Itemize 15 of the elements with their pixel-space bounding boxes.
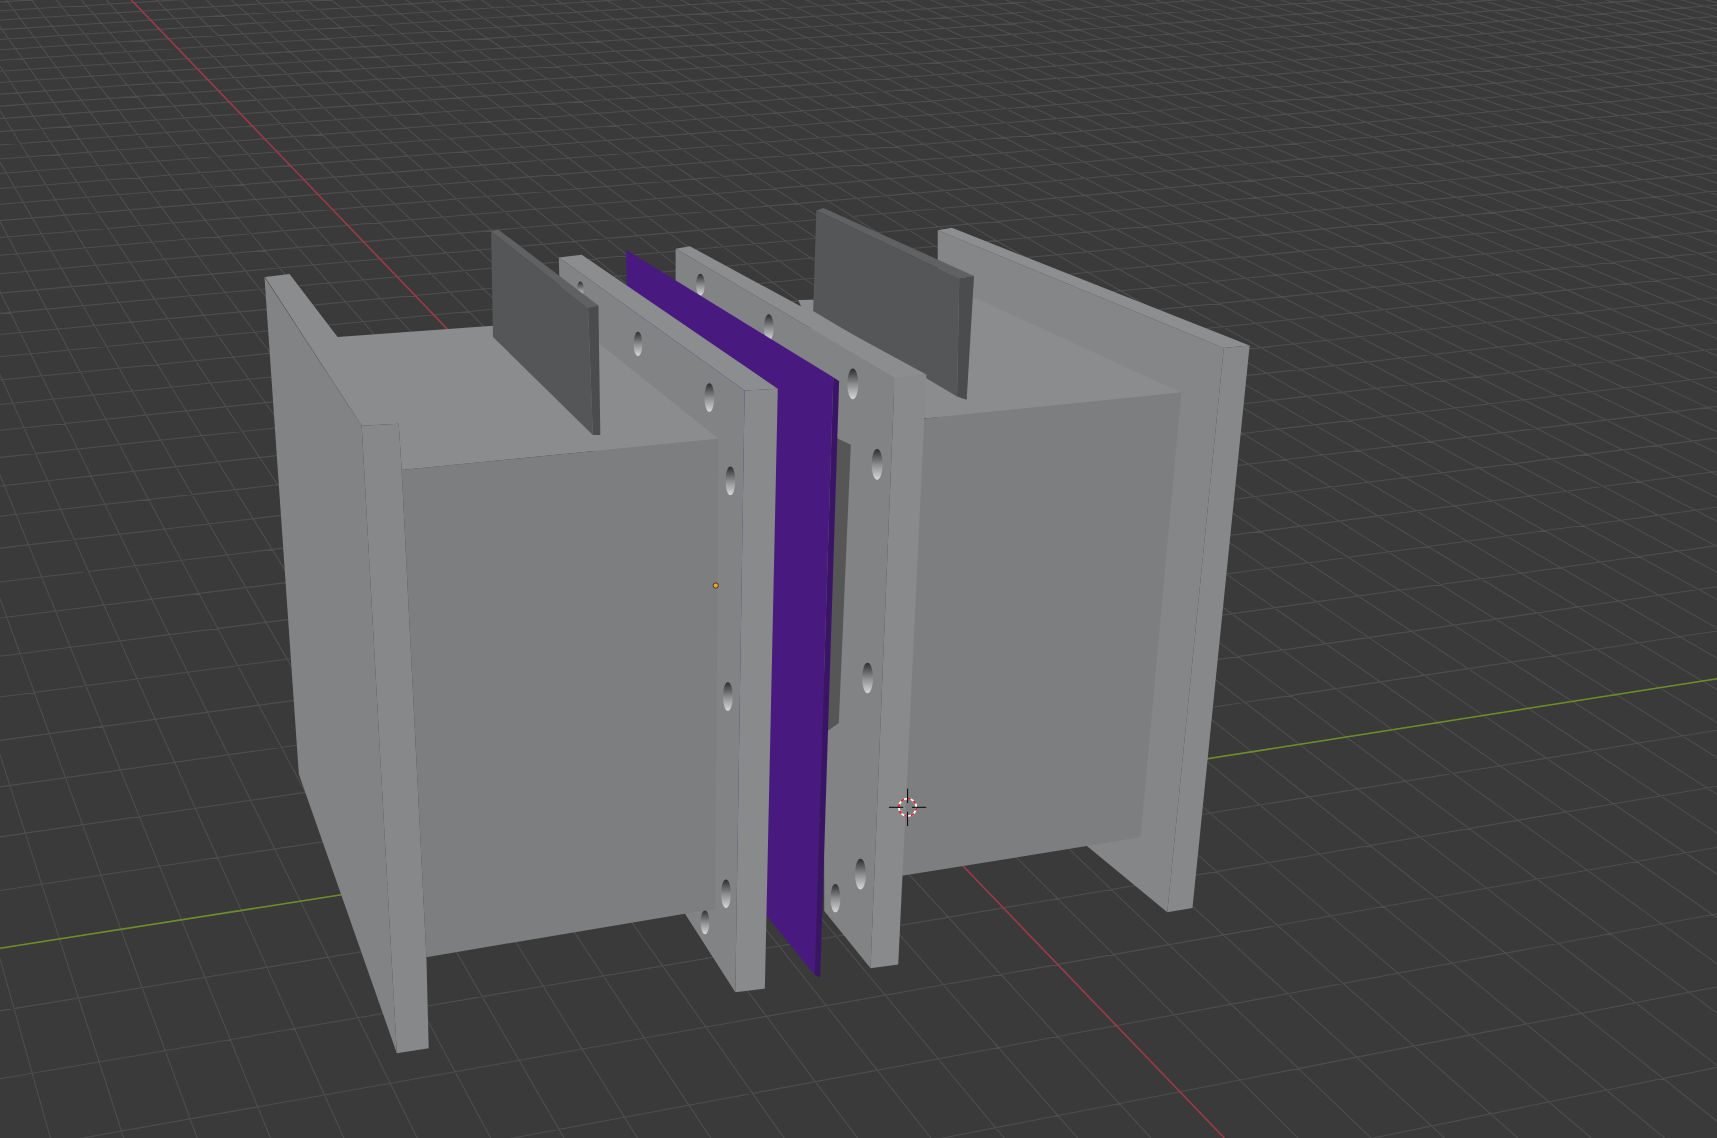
bolt-hole [763,314,774,341]
bolt-hole [721,879,731,908]
bolt-hole [725,466,736,496]
origin-dot-icon [712,582,719,589]
bolt-hole [696,273,705,296]
bolt-hole [862,662,874,694]
bolt-hole [847,368,859,400]
bolt-hole [722,682,733,711]
bolt-hole [633,331,643,356]
bolt-hole [700,910,710,935]
bolt-hole [855,858,866,890]
bolt-hole [704,383,715,412]
bolt-hole [830,883,841,913]
bolt-hole [871,449,883,480]
crosshair-icon [888,788,927,827]
